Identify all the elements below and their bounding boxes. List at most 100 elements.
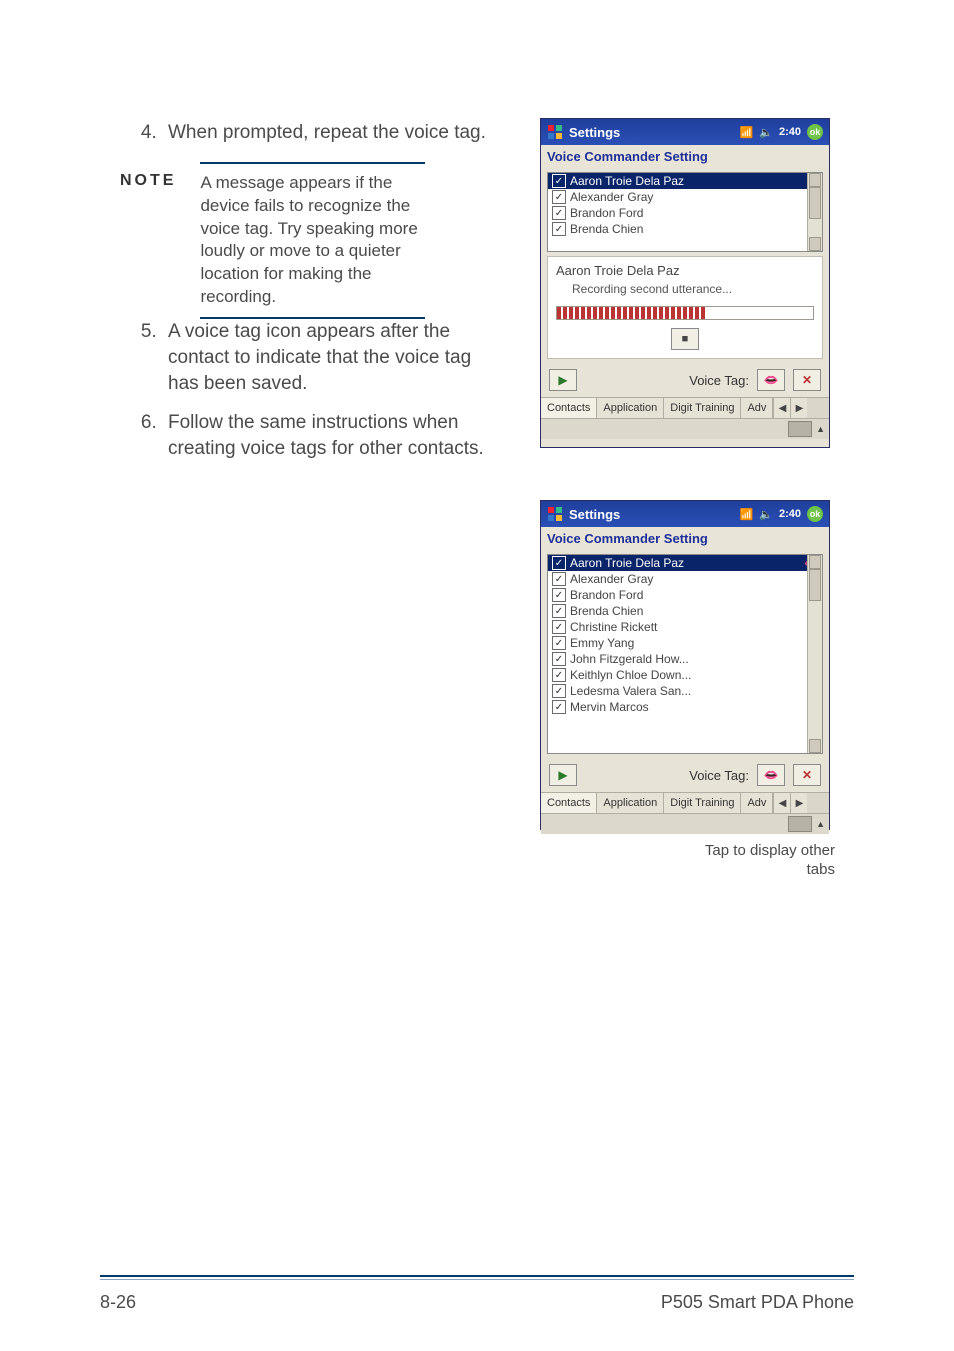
voice-tag-label: Voice Tag:	[689, 373, 749, 388]
tab-application[interactable]: Application	[597, 398, 664, 418]
checkbox-icon[interactable]: ✓	[552, 190, 566, 204]
delete-voice-tag-button[interactable]: ✕	[793, 369, 821, 391]
list-item[interactable]: ✓ Alexander Gray	[548, 189, 822, 205]
tab-nav-right-icon[interactable]: ▶	[790, 398, 807, 418]
signal-icon: 📶	[740, 126, 754, 139]
list-item[interactable]: ✓ Brenda Chien	[548, 221, 822, 237]
keyboard-icon[interactable]	[788, 421, 812, 437]
checkbox-icon[interactable]: ✓	[552, 572, 566, 586]
contact-name: Alexander Gray	[570, 572, 653, 586]
list-item[interactable]: ✓ John Fitzgerald How...	[548, 651, 822, 667]
checkbox-icon[interactable]: ✓	[552, 556, 566, 570]
list-item[interactable]: ✓ Brandon Ford	[548, 205, 822, 221]
contact-name: Brenda Chien	[570, 222, 643, 236]
sip-menu-icon[interactable]: ▲	[816, 819, 825, 829]
tab-contacts[interactable]: Contacts	[541, 793, 597, 813]
tab-bar: Contacts Application Digit Training Adv …	[541, 792, 829, 813]
instruction-step-5: A voice tag icon appears after the conta…	[162, 319, 500, 396]
volume-icon: 🔈	[759, 508, 773, 521]
checkbox-icon[interactable]: ✓	[552, 222, 566, 236]
clock-text: 2:40	[779, 126, 801, 138]
scroll-up-icon[interactable]	[809, 555, 821, 569]
list-item[interactable]: ✓ Christine Rickett	[548, 619, 822, 635]
checkbox-icon[interactable]: ✓	[552, 206, 566, 220]
record-voice-tag-button[interactable]: 👄	[757, 764, 785, 786]
tab-application[interactable]: Application	[597, 793, 664, 813]
screenshot-saved: Settings 📶 🔈 2:40 ok Voice Commander Set…	[540, 500, 830, 830]
window-title: Settings	[569, 125, 734, 140]
list-item[interactable]: ✓ Aaron Troie Dela Paz	[548, 173, 822, 189]
tab-nav-left-icon[interactable]: ◀	[773, 793, 790, 813]
mouth-icon: 👄	[764, 768, 779, 782]
tab-digit-training[interactable]: Digit Training	[664, 398, 741, 418]
recording-status: Recording second utterance...	[556, 282, 814, 296]
note-text: A message appears if the device fails to…	[200, 162, 425, 320]
stop-icon: ■	[682, 333, 689, 345]
checkbox-icon[interactable]: ✓	[552, 668, 566, 682]
instruction-step-6: Follow the same instructions when creati…	[162, 410, 500, 461]
list-item[interactable]: ✓ Keithlyn Chloe Down...	[548, 667, 822, 683]
contact-name: John Fitzgerald How...	[570, 652, 689, 666]
checkbox-icon[interactable]: ✓	[552, 174, 566, 188]
checkbox-icon[interactable]: ✓	[552, 652, 566, 666]
play-button[interactable]: ▶	[549, 764, 577, 786]
clock-text: 2:40	[779, 508, 801, 520]
record-voice-tag-button[interactable]: 👄	[757, 369, 785, 391]
contact-name: Keithlyn Chloe Down...	[570, 668, 691, 682]
scroll-down-icon[interactable]	[809, 739, 821, 753]
contact-name: Alexander Gray	[570, 190, 653, 204]
list-item[interactable]: ✓ Brandon Ford	[548, 587, 822, 603]
list-item[interactable]: ✓ Emmy Yang	[548, 635, 822, 651]
checkbox-icon[interactable]: ✓	[552, 636, 566, 650]
mouth-icon: 👄	[764, 373, 779, 387]
contact-name: Brenda Chien	[570, 604, 643, 618]
close-icon: ✕	[802, 768, 812, 782]
scrollbar[interactable]	[807, 555, 822, 753]
tab-contacts[interactable]: Contacts	[541, 398, 597, 418]
contacts-list[interactable]: ✓ Aaron Troie Dela Paz ✓ Alexander Gray …	[547, 172, 823, 252]
list-item[interactable]: ✓ Alexander Gray	[548, 571, 822, 587]
delete-voice-tag-button[interactable]: ✕	[793, 764, 821, 786]
tab-advanced[interactable]: Adv	[741, 793, 773, 813]
start-icon[interactable]	[547, 506, 563, 522]
contacts-list[interactable]: ✓ Aaron Troie Dela Paz 👄 ✓ Alexander Gra…	[547, 554, 823, 754]
list-item[interactable]: ✓ Aaron Troie Dela Paz 👄	[548, 555, 822, 571]
contact-name: Aaron Troie Dela Paz	[570, 174, 684, 188]
volume-icon: 🔈	[759, 126, 773, 139]
scroll-thumb[interactable]	[809, 187, 821, 219]
footer-page-number: 8-26	[100, 1292, 136, 1313]
checkbox-icon[interactable]: ✓	[552, 700, 566, 714]
sip-bar: ▲	[541, 418, 829, 439]
keyboard-icon[interactable]	[788, 816, 812, 832]
ok-button[interactable]: ok	[807, 124, 823, 140]
caption-other-tabs: Tap to display other tabs	[685, 842, 835, 880]
contact-name: Aaron Troie Dela Paz	[570, 556, 684, 570]
sip-bar: ▲	[541, 813, 829, 834]
contact-name: Christine Rickett	[570, 620, 657, 634]
window-title: Settings	[569, 507, 734, 522]
tab-nav-left-icon[interactable]: ◀	[773, 398, 790, 418]
scroll-up-icon[interactable]	[809, 173, 821, 187]
footer-separator	[100, 1279, 854, 1280]
scrollbar[interactable]	[807, 173, 822, 251]
ok-button[interactable]: ok	[807, 506, 823, 522]
checkbox-icon[interactable]: ✓	[552, 588, 566, 602]
recording-panel: Aaron Troie Dela Paz Recording second ut…	[547, 256, 823, 359]
sip-menu-icon[interactable]: ▲	[816, 424, 825, 434]
tab-advanced[interactable]: Adv	[741, 398, 773, 418]
checkbox-icon[interactable]: ✓	[552, 604, 566, 618]
play-button[interactable]: ▶	[549, 369, 577, 391]
checkbox-icon[interactable]: ✓	[552, 620, 566, 634]
note-label: NOTE	[120, 162, 176, 190]
stop-button[interactable]: ■	[671, 328, 699, 350]
list-item[interactable]: ✓ Mervin Marcos	[548, 699, 822, 715]
tab-digit-training[interactable]: Digit Training	[664, 793, 741, 813]
scroll-down-icon[interactable]	[809, 237, 821, 251]
start-icon[interactable]	[547, 124, 563, 140]
list-item[interactable]: ✓ Brenda Chien	[548, 603, 822, 619]
tab-nav-right-icon[interactable]: ▶	[790, 793, 807, 813]
checkbox-icon[interactable]: ✓	[552, 684, 566, 698]
list-item[interactable]: ✓ Ledesma Valera San...	[548, 683, 822, 699]
scroll-thumb[interactable]	[809, 569, 821, 601]
voice-tag-toolbar: ▶ Voice Tag: 👄 ✕	[541, 758, 829, 792]
